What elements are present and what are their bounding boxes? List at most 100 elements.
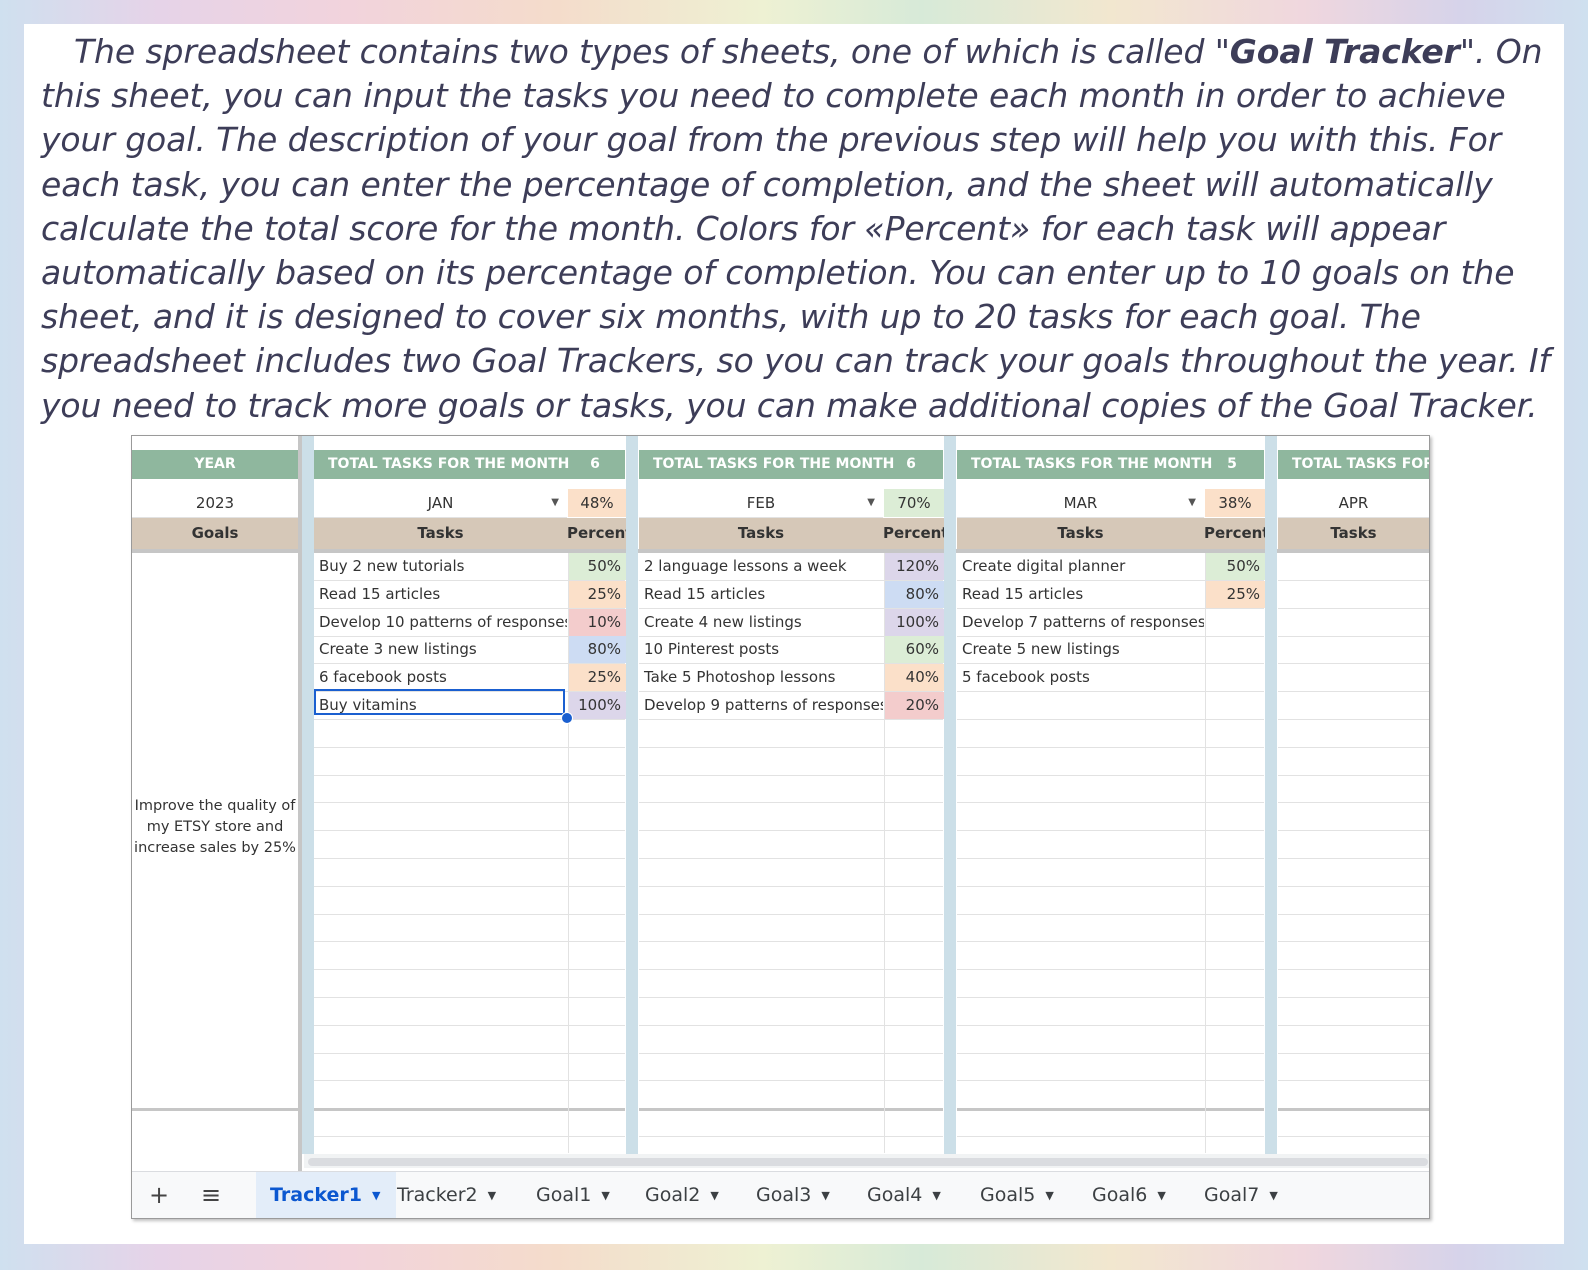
percent-cell[interactable]: 20% (885, 692, 944, 719)
percent-cell[interactable]: 80% (885, 580, 944, 608)
grid-line (957, 1024, 1264, 1026)
percent-cell[interactable]: 25% (569, 664, 626, 692)
task-cell[interactable]: Create 5 new listings (957, 636, 1204, 663)
grid-line (314, 1024, 625, 1026)
horizontal-scrollbar[interactable] (304, 1154, 1429, 1168)
grid-line (1278, 858, 1429, 859)
percent-cell[interactable]: 100% (885, 608, 944, 636)
dropdown-caret-icon[interactable]: ▼ (1188, 489, 1196, 517)
scrollbar-thumb[interactable] (308, 1158, 1428, 1166)
task-cell[interactable]: Read 15 articles (639, 581, 883, 608)
month-select[interactable]: MAR ▼ (957, 489, 1204, 518)
grid-line (1278, 607, 1429, 609)
percent-cell[interactable]: 100% (569, 692, 626, 719)
tab-menu-arrow-icon[interactable]: ▼ (1045, 1189, 1053, 1202)
sheet-tab-label: Goal1 (536, 1184, 592, 1206)
grid-line (1278, 1024, 1429, 1026)
task-cell[interactable]: Read 15 articles (314, 581, 567, 608)
grid-line (957, 1080, 1264, 1082)
tab-menu-arrow-icon[interactable]: ▼ (821, 1189, 829, 1202)
goal-description-cell[interactable]: Improve the quality of my ETSY store and… (132, 796, 298, 859)
tab-menu-arrow-icon[interactable]: ▼ (488, 1189, 496, 1202)
task-cell[interactable]: Develop 10 patterns of responses (314, 609, 567, 636)
month-name: FEB (746, 494, 776, 512)
grid-line (314, 719, 625, 720)
task-cell[interactable]: 6 facebook posts (314, 664, 567, 691)
month-total-percent[interactable]: 48% (568, 489, 626, 517)
task-cell[interactable]: Create 3 new listings (314, 636, 567, 663)
task-cell[interactable]: 2 language lessons a week (639, 553, 883, 580)
percent-header: Percent (1204, 518, 1269, 549)
goals-header: Goals (132, 518, 298, 549)
task-cell[interactable]: Read 15 articles (957, 581, 1204, 608)
sheet-tab-goal4[interactable]: Goal4 ▼ (861, 1172, 947, 1218)
percent-cell[interactable]: 50% (569, 553, 626, 580)
sheet-tab-goal6[interactable]: Goal6 ▼ (1086, 1172, 1172, 1218)
add-sheet-icon[interactable]: + (144, 1172, 174, 1218)
month-select[interactable]: APR (1278, 489, 1429, 518)
task-cell[interactable]: 5 facebook posts (957, 664, 1204, 691)
task-cell[interactable]: Create 4 new listings (639, 609, 883, 636)
grid-line (314, 997, 625, 998)
task-cell[interactable]: Create digital planner (957, 553, 1204, 580)
percent-cell[interactable]: 40% (885, 664, 944, 692)
percent-header: Percent (567, 518, 632, 549)
sheet-tab-goal5[interactable]: Goal5 ▼ (974, 1172, 1060, 1218)
grid-line (639, 774, 943, 776)
tab-menu-arrow-icon[interactable]: ▼ (710, 1189, 718, 1202)
grid-line (314, 858, 625, 859)
task-cell[interactable]: Develop 9 patterns of responses (639, 692, 883, 719)
percent-cell[interactable]: 80% (569, 636, 626, 664)
tab-menu-arrow-icon[interactable]: ▼ (372, 1189, 380, 1202)
task-cell[interactable]: 10 Pinterest posts (639, 636, 883, 663)
grid-line (1278, 830, 1429, 832)
percent-cell[interactable]: 50% (1206, 553, 1265, 580)
grid-line (639, 1108, 943, 1112)
sheet-tab-goal3[interactable]: Goal3 ▼ (750, 1172, 836, 1218)
total-tasks-count: 5 (1227, 456, 1237, 472)
tab-menu-arrow-icon[interactable]: ▼ (601, 1189, 609, 1202)
grid-line (132, 1108, 298, 1112)
sheet-tab-tracker2[interactable]: Tracker2 ▼ (391, 1172, 502, 1218)
task-cell[interactable]: Take 5 Photoshop lessons (639, 664, 883, 691)
percent-cell[interactable]: 25% (569, 580, 626, 608)
percent-cell[interactable]: 10% (569, 608, 626, 636)
sheet-tab-goal7[interactable]: Goal7 ▼ (1198, 1172, 1284, 1218)
tab-menu-arrow-icon[interactable]: ▼ (932, 1189, 940, 1202)
intro-text-part1: The spreadsheet contains two types of sh… (74, 32, 1230, 71)
column-spacer (302, 436, 314, 1154)
task-cell[interactable]: Develop 7 patterns of responses (957, 609, 1204, 636)
tab-menu-arrow-icon[interactable]: ▼ (1269, 1189, 1277, 1202)
sheet-tab-tracker1[interactable]: Tracker1 ▼ (256, 1172, 397, 1218)
column-spacer (1265, 436, 1277, 1154)
grid-line (957, 774, 1264, 776)
sheet-tab-bar: + ≡ Tracker1 ▼ Tracker2 ▼ Goal1 ▼ Goal2 ▼ Goal3 ▼… (132, 1171, 1429, 1218)
fill-handle[interactable] (561, 712, 573, 724)
column-spacer (944, 436, 956, 1154)
sheet-tab-label: Tracker1 (270, 1184, 362, 1206)
month-select[interactable]: JAN ▼ (314, 489, 567, 518)
percent-cell[interactable]: 60% (885, 636, 944, 664)
grid-line (1278, 1136, 1429, 1137)
dropdown-caret-icon[interactable]: ▼ (551, 489, 559, 517)
grid-line (1278, 774, 1429, 776)
sheet-tab-goal2[interactable]: Goal2 ▼ (639, 1172, 725, 1218)
month-select[interactable]: FEB ▼ (639, 489, 883, 518)
month-total-percent[interactable]: 70% (884, 489, 944, 517)
month-total-percent[interactable]: 38% (1205, 489, 1265, 517)
year-value-cell[interactable]: 2023 (132, 489, 298, 518)
dropdown-caret-icon[interactable]: ▼ (867, 489, 875, 517)
grid-line (314, 1136, 625, 1137)
percent-cell[interactable]: 120% (885, 553, 944, 580)
all-sheets-menu-icon[interactable]: ≡ (196, 1172, 226, 1218)
sheet-tab-goal1[interactable]: Goal1 ▼ (530, 1172, 616, 1218)
grid-line (1278, 580, 1429, 581)
tasks-header: Tasks (957, 518, 1204, 549)
grid-line (639, 858, 943, 859)
task-cell[interactable]: Buy 2 new tutorials (314, 553, 567, 580)
grid-line (1278, 941, 1429, 943)
grid-line (639, 1052, 943, 1054)
tab-menu-arrow-icon[interactable]: ▼ (1157, 1189, 1165, 1202)
percent-cell[interactable]: 25% (1206, 580, 1265, 608)
grid-line (1278, 635, 1429, 637)
